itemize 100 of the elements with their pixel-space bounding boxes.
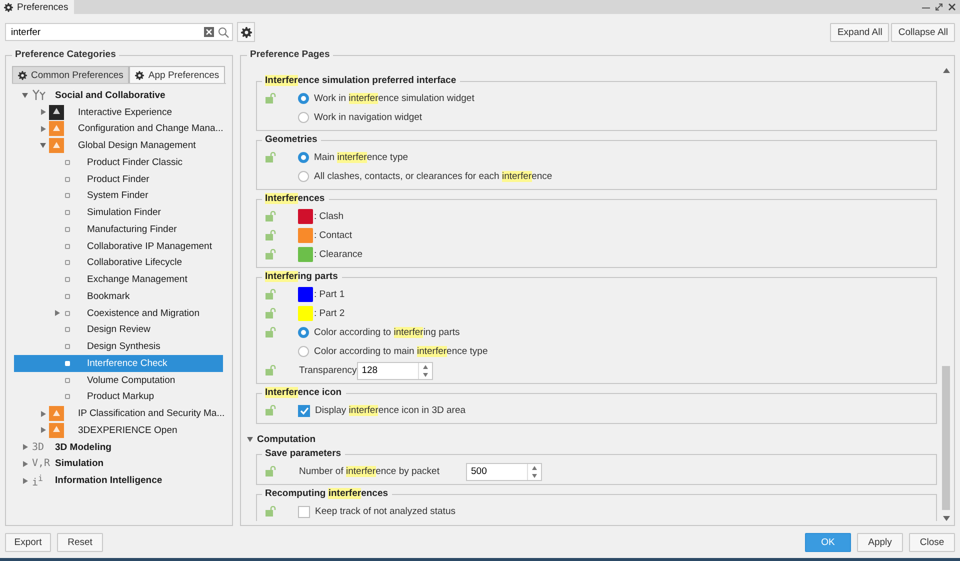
tree-item[interactable]: Exchange Management (14, 271, 223, 288)
footer-button[interactable]: Export (5, 533, 51, 552)
radio-button[interactable] (298, 112, 309, 123)
color-swatch[interactable] (298, 287, 313, 302)
bullet-icon (65, 160, 70, 165)
maximize-icon[interactable] (935, 3, 943, 11)
tree-item[interactable]: 3D 3D Modeling (14, 438, 223, 456)
option-label: Number of interference by packet (299, 466, 440, 477)
tree-item-label: Interference Check (87, 358, 168, 369)
bullet-icon (65, 294, 70, 299)
radio-button[interactable] (298, 346, 309, 357)
tree-item-label: Coexistence and Migration (87, 308, 200, 319)
number-input[interactable]: 128 (358, 362, 418, 378)
tree-item[interactable]: Social and Collaborative (14, 87, 223, 104)
toolbar-button[interactable]: Collapse All (891, 22, 955, 42)
number-input[interactable]: 500 (467, 464, 527, 480)
close-icon[interactable] (948, 3, 956, 11)
option-label: : Part 1 (314, 289, 345, 300)
checkbox[interactable] (298, 506, 310, 518)
tree-item-label: Configuration and Change Mana... (78, 123, 224, 134)
tree-item-label: Design Synthesis (87, 341, 160, 352)
radio-button[interactable] (298, 327, 309, 338)
number-spinbox[interactable]: 128 (356, 362, 433, 380)
tree-item-label: Design Review (87, 324, 150, 336)
expand-arrow-icon[interactable] (23, 478, 28, 484)
group-title: Interference simulation preferred interface (262, 75, 460, 86)
color-swatch[interactable] (298, 209, 313, 224)
tree-item[interactable]: Interactive Experience (14, 104, 223, 120)
tree-item[interactable]: Manufacturing Finder (14, 221, 223, 238)
clear-icon[interactable] (204, 27, 214, 37)
tree-item-label: Product Markup (87, 391, 154, 402)
expand-arrow-icon[interactable] (22, 92, 28, 98)
tree-item-label: System Finder (87, 190, 148, 202)
expand-arrow-icon[interactable] (23, 444, 28, 450)
bullet-icon (65, 193, 70, 198)
tree-item-label: Exchange Management (87, 274, 188, 286)
spin-arrows-icon[interactable] (422, 364, 429, 378)
tree-item[interactable]: Collaborative IP Management (14, 238, 223, 254)
radio-button[interactable] (298, 152, 309, 163)
tree-item-label: IP Classification and Security Ma... (78, 408, 225, 420)
tree-item[interactable]: Product Finder Classic (14, 154, 223, 171)
expand-arrow-icon[interactable] (23, 460, 28, 467)
number-spinbox[interactable]: 500 (466, 462, 542, 480)
group-title: Interfering parts (262, 271, 342, 282)
checkbox[interactable] (298, 404, 310, 416)
color-swatch[interactable] (298, 247, 313, 262)
tree-item[interactable]: 3DEXPERIENCE Open (14, 422, 223, 439)
footer-button[interactable]: Close (909, 533, 955, 552)
tree-item[interactable]: Configuration and Change Mana... (14, 120, 223, 138)
spin-arrows-icon[interactable] (531, 464, 538, 478)
tab[interactable]: App Preferences (129, 66, 226, 83)
radio-button[interactable] (298, 171, 309, 182)
tab[interactable]: Common Preferences (12, 66, 130, 83)
tree-item[interactable]: Simulation Finder (14, 204, 223, 221)
expand-arrow-icon[interactable] (55, 310, 60, 316)
search-input[interactable]: interfer (9, 26, 200, 38)
tree-item[interactable]: Design Review (14, 322, 223, 338)
tree-item-label: 3D Modeling (55, 442, 112, 453)
bullet-icon (65, 344, 70, 350)
scroll-down-icon[interactable] (942, 516, 950, 521)
tree-item[interactable]: Product Finder (14, 170, 223, 188)
option-label: Work in interference simulation widget (314, 93, 474, 104)
color-swatch[interactable] (298, 306, 313, 321)
settings-button[interactable] (237, 22, 255, 42)
color-swatch[interactable] (298, 228, 313, 243)
tree-item[interactable]: Volume Computation (14, 372, 223, 388)
window-title: Preferences (17, 2, 68, 12)
footer-button[interactable]: Apply (857, 533, 903, 552)
tree-item[interactable]: IP Classification and Security Ma... (14, 405, 223, 422)
window-tab[interactable]: Preferences (0, 0, 74, 14)
group-title: Geometries (262, 134, 322, 145)
gear-icon (135, 70, 144, 80)
tree-item[interactable]: V,R Simulation (14, 456, 223, 472)
tree-item[interactable]: System Finder (14, 188, 223, 204)
tree-item[interactable]: i$^{i}$ Information Intelligence (14, 472, 223, 489)
group-title: Recomputing interferences (262, 488, 392, 499)
tree-item-label: Collaborative IP Management (87, 240, 212, 252)
toolbar-button[interactable]: Expand All (830, 22, 890, 42)
panel-title: Preference Categories (12, 49, 119, 60)
tree-item-label: 3DEXPERIENCE Open (78, 424, 178, 436)
option-label: Display interference icon in 3D area (315, 405, 466, 416)
tree-item[interactable]: Product Markup (14, 388, 223, 406)
bullet-icon (65, 244, 70, 249)
tree-item-label: Bookmark (87, 290, 130, 302)
section-header[interactable]: Computation (245, 426, 316, 445)
option-label: : Clash (314, 211, 344, 222)
tree-item[interactable]: Coexistence and Migration (14, 304, 223, 322)
search-field[interactable]: interfer (5, 23, 233, 41)
tree-item[interactable]: Bookmark (14, 288, 223, 305)
tree-item[interactable]: Global Design Management (14, 137, 223, 154)
tree-item-label: Product Finder (87, 174, 150, 185)
tree-item[interactable]: Design Synthesis (14, 338, 223, 355)
bullet-icon (65, 327, 70, 332)
scroll-up-icon[interactable] (942, 68, 950, 73)
option-label: All clashes, contacts, or clearances for each interference (314, 171, 552, 182)
footer-button[interactable]: Reset (57, 533, 103, 552)
radio-button[interactable] (298, 93, 309, 104)
search-icon[interactable] (218, 26, 229, 38)
bullet-icon (65, 378, 70, 383)
tree-item[interactable]: Collaborative Lifecycle (14, 254, 223, 272)
